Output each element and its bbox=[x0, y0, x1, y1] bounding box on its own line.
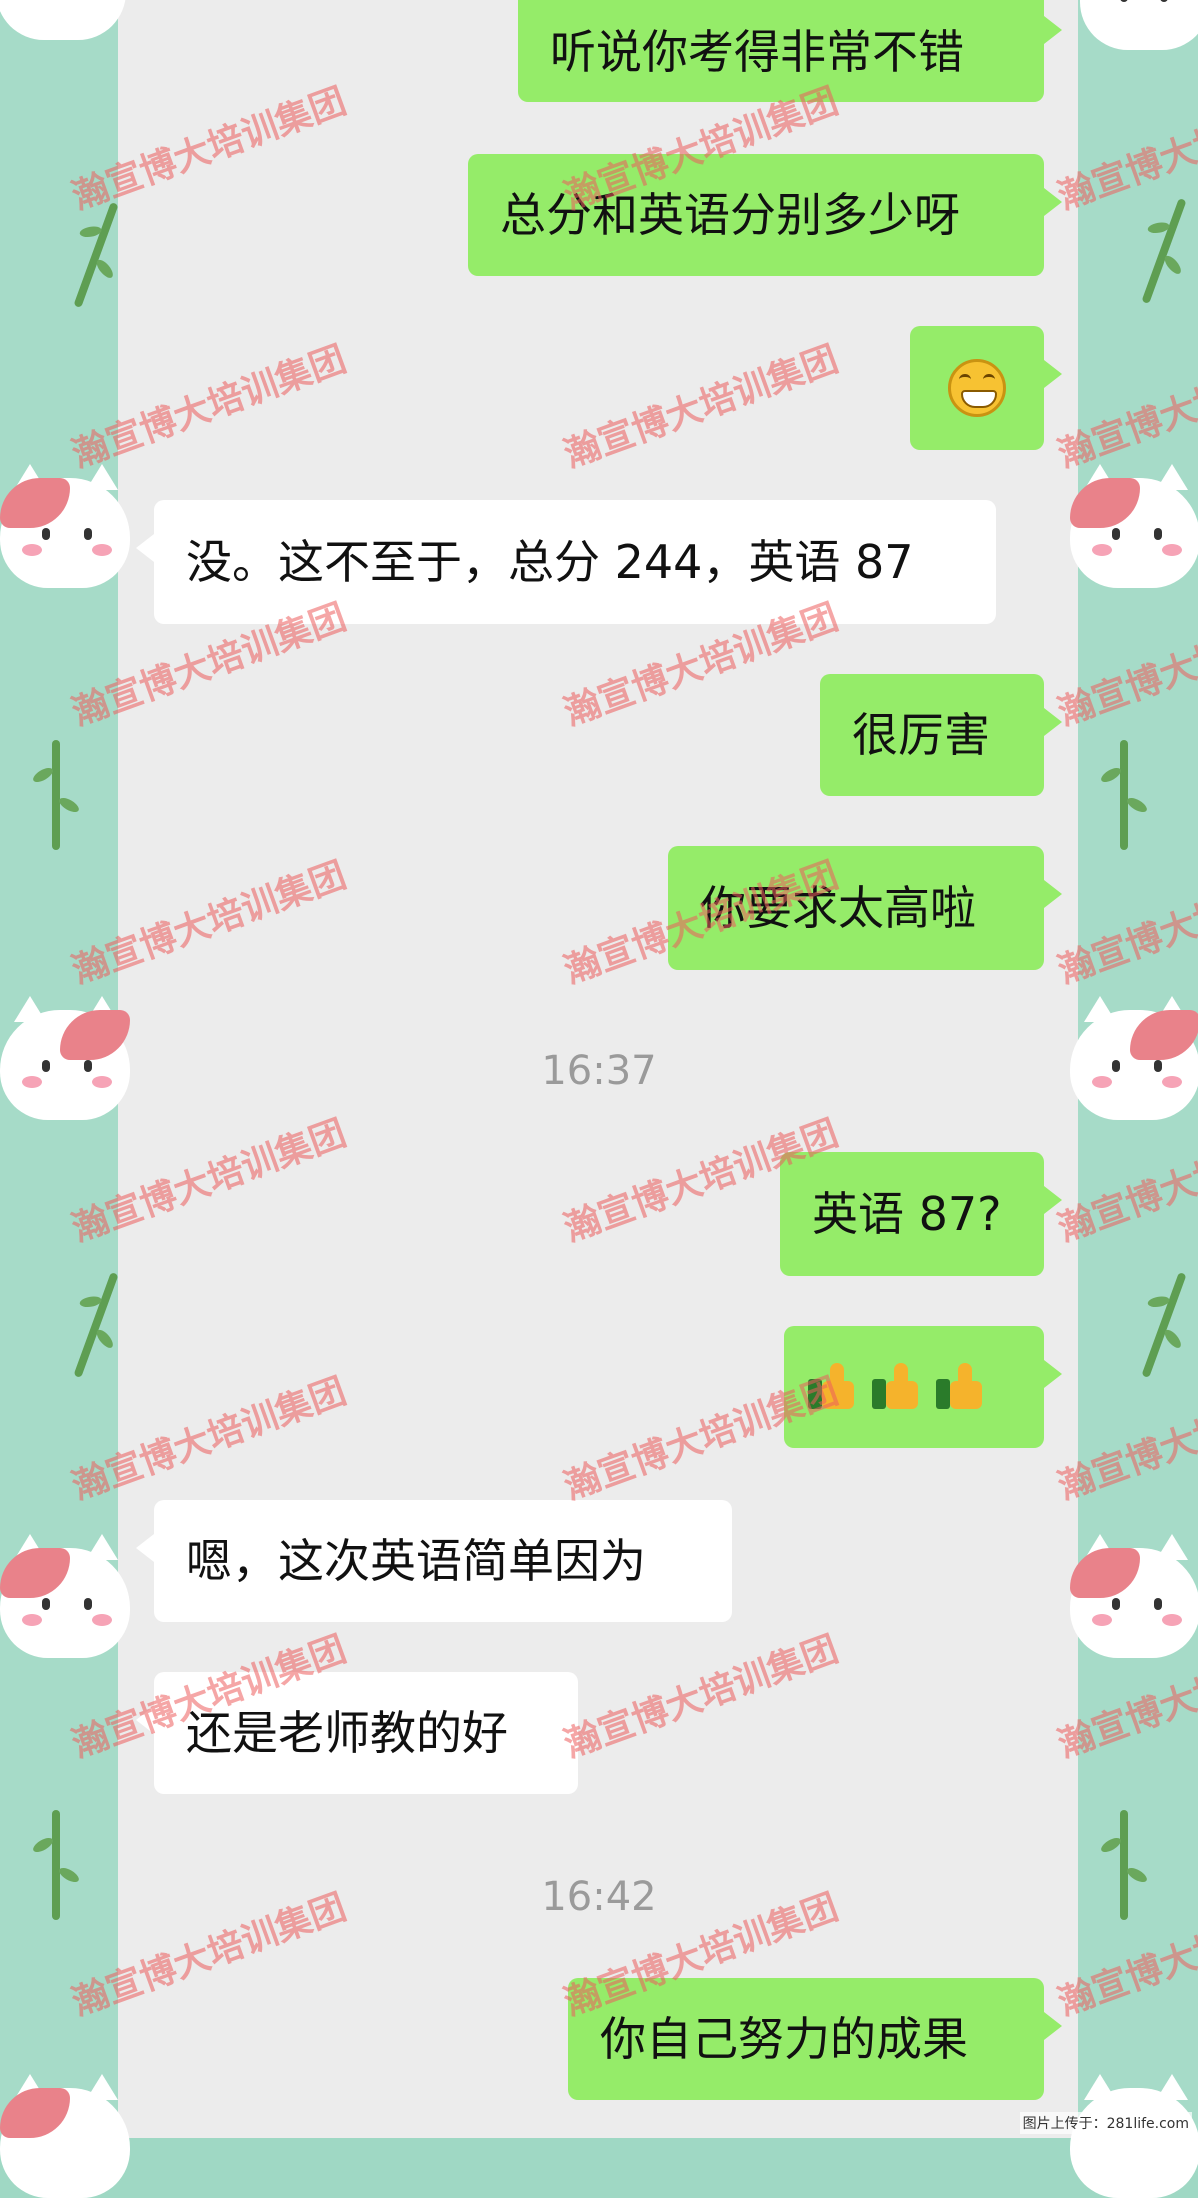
message-text: 嗯，这次英语简单因为 bbox=[186, 1534, 646, 1588]
message-text: 英语 87? bbox=[812, 1187, 1002, 1241]
message-bubble-outgoing[interactable]: 听说你考得非常不错 bbox=[518, 0, 1062, 102]
message-text: 很厉害 bbox=[852, 708, 990, 762]
grinning-emoji-icon bbox=[948, 359, 1006, 417]
cat-decoration-icon bbox=[0, 1534, 130, 1658]
message-bubble-outgoing[interactable] bbox=[910, 326, 1062, 450]
message-bubble-outgoing[interactable]: 英语 87? bbox=[780, 1152, 1062, 1276]
leaf-sprig-icon bbox=[52, 740, 60, 850]
message-timestamp: 16:37 bbox=[541, 1048, 657, 1094]
thumbs-up-icon bbox=[870, 1361, 922, 1413]
message-bubble-outgoing[interactable]: 很厉害 bbox=[820, 674, 1062, 796]
message-text: 听说你考得非常不错 bbox=[550, 25, 964, 79]
cat-decoration-icon bbox=[1070, 464, 1198, 588]
message-bubble-incoming[interactable]: 嗯，这次英语简单因为 bbox=[136, 1500, 732, 1622]
message-text: 你自己努力的成果 bbox=[600, 2012, 968, 2066]
cat-decoration-icon bbox=[0, 464, 130, 588]
leaf-sprig-icon bbox=[1120, 740, 1128, 850]
message-text: 还是老师教的好 bbox=[186, 1706, 508, 1760]
cat-decoration-icon bbox=[0, 2074, 130, 2198]
message-timestamp: 16:42 bbox=[541, 1874, 657, 1920]
upload-source-footer: 图片上传于：281life.com bbox=[1019, 2112, 1192, 2134]
message-bubble-outgoing[interactable]: 总分和英语分别多少呀 bbox=[468, 154, 1062, 276]
cat-decoration-icon bbox=[1070, 1534, 1198, 1658]
cat-decoration-icon bbox=[1070, 2074, 1198, 2198]
message-text: 没。这不至于，总分 244，英语 87 bbox=[186, 535, 914, 589]
thumbs-up-icon bbox=[934, 1361, 986, 1413]
message-bubble-incoming[interactable]: 没。这不至于，总分 244，英语 87 bbox=[136, 500, 996, 624]
